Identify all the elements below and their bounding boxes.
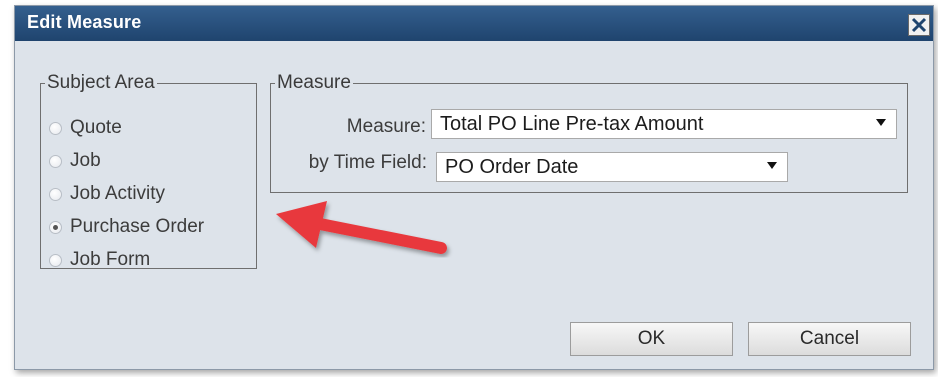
red-annotation-arrow-icon [276,201,447,254]
